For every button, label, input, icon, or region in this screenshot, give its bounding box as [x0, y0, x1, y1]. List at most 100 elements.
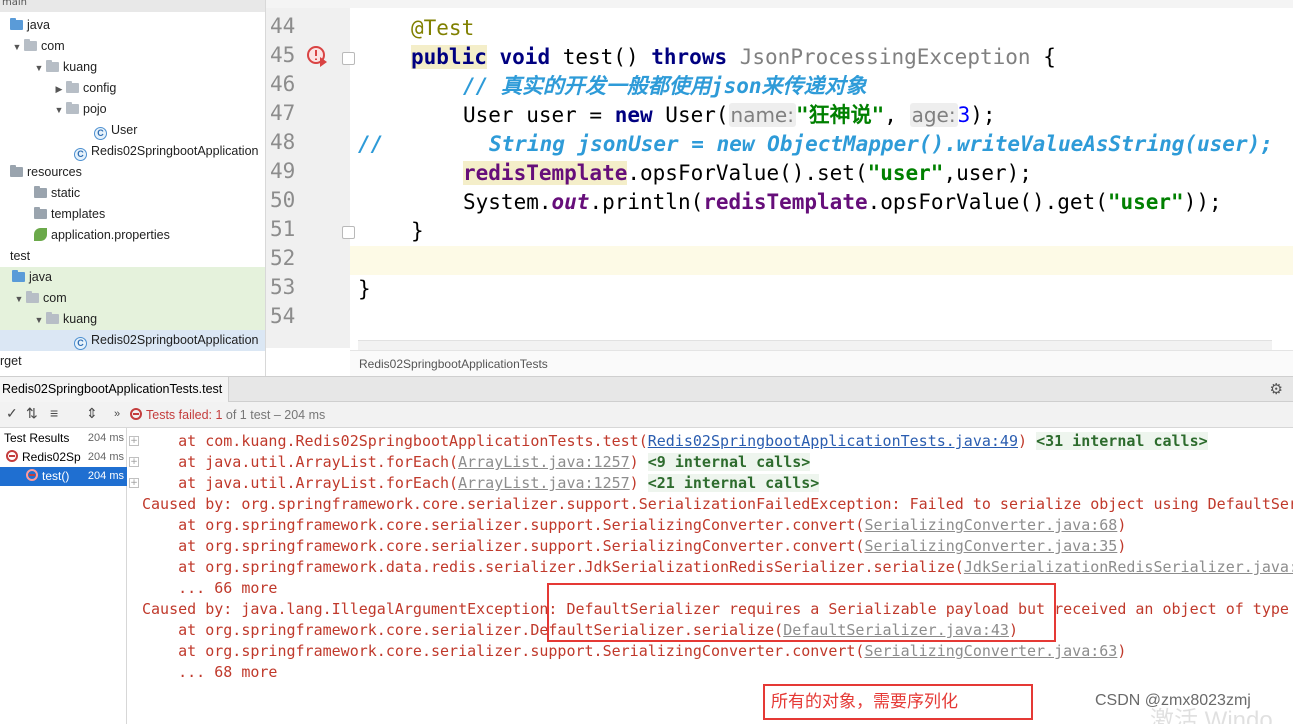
tree-item-label: templates	[51, 207, 106, 221]
source-link[interactable]: JdkSerializationRedisSerializer.java:	[964, 558, 1293, 576]
fail-icon	[6, 450, 18, 462]
tree-item-test-com[interactable]: ▼ com	[0, 288, 265, 310]
line-number: 53	[270, 275, 296, 299]
expand-icon[interactable]: +	[129, 457, 139, 467]
code-text: ));	[1183, 190, 1222, 214]
annotation-note: 所有的对象，需要序列化	[763, 684, 1033, 720]
folder-icon	[10, 165, 23, 177]
tree-item-test-kuang[interactable]: ▼ kuang	[0, 309, 265, 331]
chevron-right-icon[interactable]: ▶	[52, 79, 66, 100]
console-line: at org.springframework.core.serializer.s…	[142, 515, 1126, 536]
expand-all-icon[interactable]: ⇕	[86, 405, 98, 422]
code-string: "user"	[867, 161, 944, 185]
tree-item-com[interactable]: ▼ com	[10, 36, 65, 57]
code-string: "user"	[1107, 190, 1184, 214]
tree-item-label: java	[29, 270, 52, 284]
code-field: redisTemplate	[703, 190, 868, 214]
editor-breadcrumb[interactable]: Redis02SpringbootApplicationTests	[350, 350, 1293, 376]
chevron-down-icon[interactable]: ▼	[32, 58, 46, 79]
run-tab[interactable]: Redis02SpringbootApplicationTests.test	[0, 377, 230, 402]
sort-alpha-icon[interactable]: ⇅	[26, 405, 38, 422]
more-icon[interactable]: »	[114, 408, 120, 420]
internal-calls[interactable]: <21 internal calls>	[647, 474, 820, 492]
tree-item-static[interactable]: static	[34, 183, 80, 204]
source-link[interactable]: SerializingConverter.java:63	[864, 642, 1117, 660]
check-icon[interactable]: ✓	[6, 405, 18, 422]
tree-item-label: User	[111, 123, 138, 137]
tree-item-resources[interactable]: resources	[10, 162, 82, 183]
tree-item-kuang[interactable]: ▼ kuang	[32, 57, 97, 78]
fail-icon	[26, 469, 38, 481]
console-text: at java.util.ArrayList.forEach(	[142, 474, 459, 492]
code-text: System.	[463, 190, 552, 214]
tree-item-target[interactable]: rget	[0, 351, 22, 372]
line-number: 44	[270, 14, 296, 38]
internal-calls[interactable]: <9 internal calls>	[647, 453, 811, 471]
horizontal-scrollbar[interactable]	[358, 340, 1272, 350]
console-line: ... 66 more	[142, 579, 278, 597]
code-line-47: User user = new User(name:"狂神说", age:3);	[463, 101, 996, 130]
code-line-48: //	[358, 130, 383, 159]
tree-item-user[interactable]: C User	[94, 120, 137, 141]
source-link[interactable]: SerializingConverter.java:35	[864, 537, 1117, 555]
expand-icon[interactable]: +	[129, 436, 139, 446]
test-results-class[interactable]: Redis02Sp 204 ms	[0, 448, 127, 467]
source-link[interactable]: SerializingConverter.java:68	[864, 516, 1117, 534]
fold-marker-icon[interactable]	[342, 226, 355, 239]
tree-item-config[interactable]: ▶ config	[52, 78, 116, 99]
console-text: at java.util.ArrayList.forEach(	[142, 453, 459, 471]
tree-item-pojo[interactable]: ▼ pojo	[52, 99, 107, 120]
tree-item-label: rget	[0, 354, 22, 368]
editor-top-line	[266, 0, 1293, 8]
fold-marker-icon[interactable]	[342, 52, 355, 65]
test-results-root[interactable]: Test Results 204 ms	[0, 429, 127, 448]
source-link[interactable]: Redis02SpringbootApplicationTests.java:4…	[648, 432, 1018, 450]
test-results-method[interactable]: test() 204 ms	[0, 467, 127, 486]
console-text: )	[1117, 516, 1127, 534]
tree-top-label: main	[2, 0, 27, 8]
console-text: at com.kuang.Redis02SpringbootApplicatio…	[142, 432, 648, 450]
chevron-down-icon[interactable]: ▼	[32, 310, 46, 331]
console-line: ... 68 more	[142, 663, 278, 681]
test-failed-run-icon[interactable]	[306, 45, 328, 67]
result-label: test()	[42, 469, 70, 483]
tree-item-application[interactable]: C Redis02SpringbootApplication	[74, 141, 258, 162]
code-text: JsonProcessingException	[727, 45, 1031, 69]
folder-icon	[10, 18, 23, 30]
gear-icon[interactable]: ⚙	[1270, 380, 1283, 398]
console-text: )	[1117, 537, 1127, 555]
tests-status: Tests failed: 1 of 1 test – 204 ms	[130, 402, 325, 428]
source-link[interactable]: ArrayList.java:1257	[458, 474, 630, 492]
param-hint: name:	[728, 103, 796, 127]
tree-item-java[interactable]: java	[10, 15, 50, 36]
console-line: at java.util.ArrayList.forEach(ArrayList…	[142, 473, 820, 494]
tree-item-test[interactable]: test	[10, 246, 30, 267]
console-text: at org.springframework.core.serializer.s…	[142, 516, 865, 534]
chevron-down-icon[interactable]: ▼	[52, 100, 66, 121]
code-line-46: // 真实的开发一般都使用json来传递对象	[463, 72, 867, 101]
code-editor[interactable]: 44 45 46 47 48 49 50 51 52 53 54 @Test p…	[266, 0, 1293, 376]
code-text: );	[970, 103, 996, 127]
run-tab-strip: Redis02SpringbootApplicationTests.test ⚙	[0, 376, 1293, 402]
chevron-down-icon[interactable]: ▼	[10, 37, 24, 58]
tree-item-label: pojo	[83, 102, 107, 116]
code-text: .opsForValue().set(	[627, 161, 868, 185]
tree-item-test-java[interactable]: java	[0, 267, 265, 288]
source-link[interactable]: ArrayList.java:1257	[458, 453, 630, 471]
tree-item-templates[interactable]: templates	[34, 204, 105, 225]
tree-item-properties[interactable]: application.properties	[34, 225, 170, 246]
chevron-down-icon[interactable]: ▼	[12, 289, 26, 310]
class-icon: C	[74, 148, 87, 161]
package-icon	[26, 291, 39, 303]
tree-item-test-class[interactable]: C Redis02SpringbootApplication	[0, 330, 265, 351]
code-field: redisTemplate	[463, 161, 628, 185]
code-keyword: throws	[651, 45, 728, 69]
sort-duration-icon[interactable]: ≡	[50, 405, 58, 421]
internal-calls[interactable]: <31 internal calls>	[1036, 432, 1208, 450]
class-icon: C	[94, 127, 107, 140]
console-output[interactable]: + + + at com.kuang.Redis02SpringbootAppl…	[127, 428, 1293, 724]
expand-icon[interactable]: +	[129, 478, 139, 488]
line-number: 54	[270, 304, 296, 328]
folder-icon	[12, 270, 25, 282]
console-line: at org.springframework.core.serializer.s…	[142, 536, 1126, 557]
